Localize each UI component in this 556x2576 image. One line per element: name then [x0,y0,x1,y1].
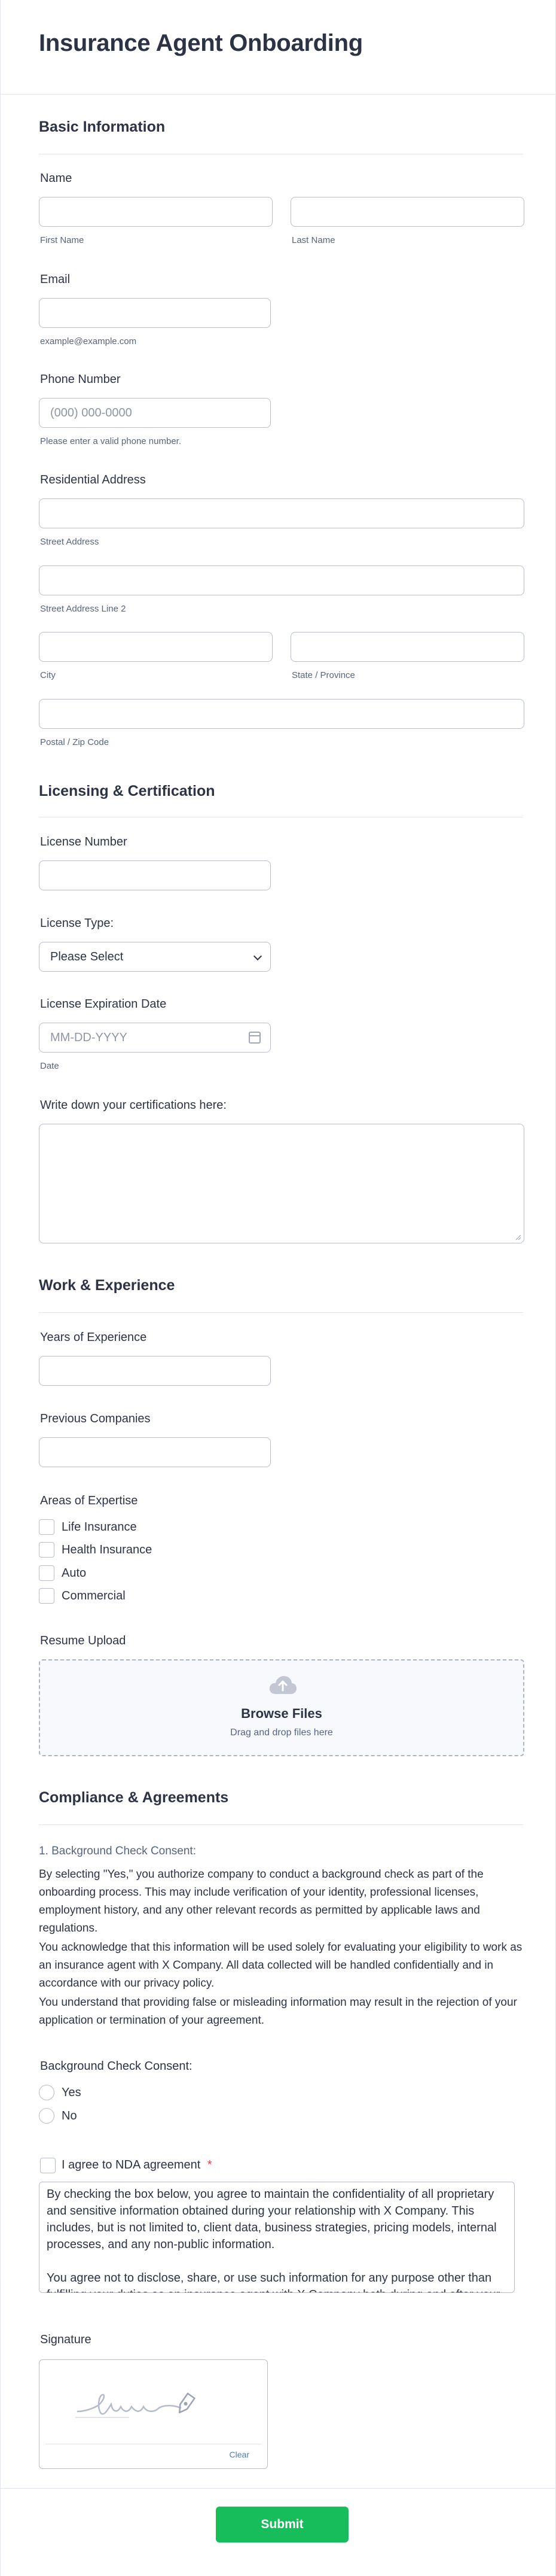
checkbox-label: Commercial [62,1589,126,1602]
license-number-input[interactable] [39,860,271,890]
years-experience-input[interactable] [39,1356,271,1386]
form-page: Insurance Agent Onboarding Basic Informa… [0,0,556,2576]
checkbox-label: Health Insurance [62,1543,152,1556]
consent-title: 1. Background Check Consent: [39,1845,196,1857]
section-compliance: Compliance & Agreements [39,1789,523,1825]
section-heading: Compliance & Agreements [39,1789,229,1806]
license-type-value: Please Select [50,950,124,963]
last-name-input[interactable] [291,197,524,227]
submit-button[interactable]: Submit [216,2507,349,2542]
consent-paragraph-3: You understand that providing false or m… [39,1996,517,2027]
phone-sublabel: Please enter a valid phone number. [40,436,181,446]
section-heading: Work & Experience [39,1277,175,1294]
date-placeholder: MM-DD-YYYY [50,1030,127,1044]
checkbox-life-insurance[interactable] [39,1519,54,1535]
radio-yes[interactable] [39,2085,54,2100]
signature-placeholder-icon [75,2392,195,2418]
section-basic-information: Basic Information [39,118,523,154]
years-label: Years of Experience [40,1331,147,1344]
date-sublabel: Date [40,1061,59,1071]
city-sublabel: City [40,670,56,680]
license-number-label: License Number [40,835,127,848]
checkbox-auto[interactable] [39,1565,54,1581]
postal-code-sublabel: Postal / Zip Code [40,737,109,747]
previous-companies-input[interactable] [39,1437,271,1467]
nda-agreement-text[interactable]: By checking the box below, you agree to … [39,2182,515,2293]
clear-signature-link[interactable]: Clear [230,2450,249,2459]
form-title: Insurance Agent Onboarding [39,30,363,56]
form-header: Insurance Agent Onboarding [1,0,555,95]
checkbox-health-insurance[interactable] [39,1542,54,1558]
resume-upload-label: Resume Upload [40,1634,126,1647]
previous-companies-label: Previous Companies [40,1412,151,1425]
street-address-sublabel: Street Address [40,537,99,547]
checkbox-label: Life Insurance [62,1520,137,1534]
street-address-line2-sublabel: Street Address Line 2 [40,604,126,614]
nda-label: I agree to NDA agreement * [62,2158,212,2172]
last-name-sublabel: Last Name [292,235,335,245]
browse-files-label[interactable]: Browse Files [40,1706,523,1722]
radio-label-no: No [62,2109,77,2122]
background-check-label: Background Check Consent: [40,2060,193,2073]
section-work-experience: Work & Experience [39,1277,523,1313]
cloud-upload-icon [269,1676,297,1694]
state-sublabel: State / Province [292,670,355,680]
consent-paragraph-2: You acknowledge that this information wi… [39,1941,523,1990]
email-sublabel: example@example.com [40,336,137,346]
signature-pad[interactable]: Clear [39,2359,268,2469]
chevron-down-icon [253,951,262,961]
state-input[interactable] [291,632,524,662]
expiration-date-input[interactable]: MM-DD-YYYY [39,1023,271,1053]
license-type-label: License Type: [40,917,114,930]
section-heading: Licensing & Certification [39,783,215,799]
email-input[interactable] [39,298,271,328]
nda-label-text: I agree to NDA agreement [62,2158,201,2171]
signature-label: Signature [40,2333,91,2346]
checkbox-label: Auto [62,1567,87,1580]
expertise-label: Areas of Expertise [40,1494,138,1507]
certifications-label: Write down your certifications here: [40,1099,227,1112]
consent-paragraph-1: By selecting "Yes," you authorize compan… [39,1868,484,1935]
calendar-icon[interactable] [249,1032,261,1044]
nda-checkbox[interactable] [40,2158,56,2173]
expiration-label: License Expiration Date [40,997,167,1011]
first-name-sublabel: First Name [40,235,84,245]
radio-label-yes: Yes [62,2086,81,2099]
file-upload-dropzone[interactable]: Browse Files Drag and drop files here [39,1659,524,1756]
checkbox-commercial[interactable] [39,1588,54,1604]
section-licensing: Licensing & Certification [39,783,523,817]
street-address-input[interactable] [39,498,524,528]
phone-placeholder: (000) 000-0000 [50,406,132,419]
address-label: Residential Address [40,473,146,486]
street-address-line2-input[interactable] [39,565,524,595]
email-label: Email [40,273,71,286]
radio-no[interactable] [39,2108,54,2124]
resize-handle-icon[interactable] [515,1234,521,1240]
postal-code-input[interactable] [39,699,524,729]
first-name-input[interactable] [39,197,273,227]
name-label: Name [40,172,72,185]
license-type-select[interactable]: Please Select [39,942,271,972]
certifications-textarea[interactable] [39,1124,524,1243]
required-mark: * [207,2158,212,2171]
section-heading: Basic Information [39,118,166,135]
phone-label: Phone Number [40,373,121,386]
phone-input[interactable]: (000) 000-0000 [39,398,271,428]
drag-drop-hint: Drag and drop files here [230,1728,333,1738]
city-input[interactable] [39,632,273,662]
